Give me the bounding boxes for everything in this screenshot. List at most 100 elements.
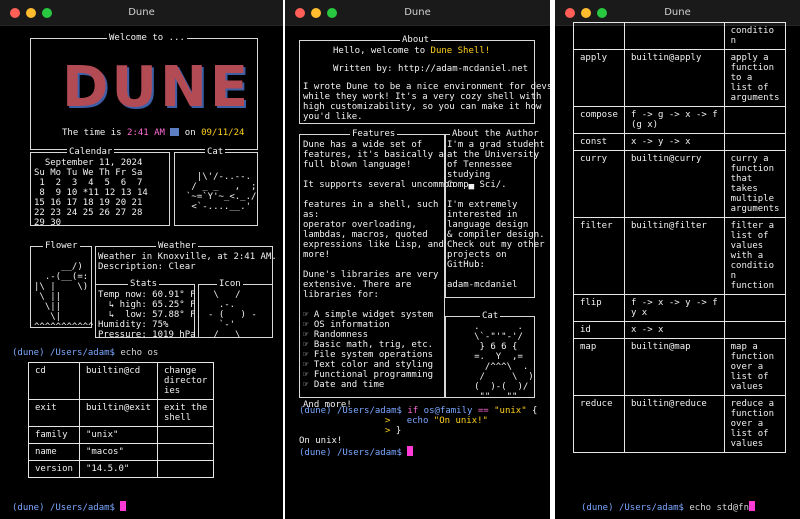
terminal-window-3[interactable]: Dune conditio n apply builtin@apply apply … [555,0,800,519]
table-cell [573,22,625,50]
table-row: version "14.5.0" [28,460,215,478]
table-cell: reduce [573,395,625,453]
table-cell: conditio n [723,22,787,50]
table-row: const x -> y -> x [573,133,787,151]
table-row: map builtin@map map a function over a list… [573,338,787,396]
window-title: Dune [128,7,155,18]
table-row: flip f -> x -> y -> f y x [573,294,787,322]
table-cell: builtin@filter [623,217,725,295]
table-cell: "14.5.0" [78,460,158,478]
table-cell: f -> x -> y -> f y x [623,294,725,322]
table-cell: "macos" [78,443,158,461]
table-cell: id [573,321,625,339]
table-cell: name [28,443,80,461]
prompt-line-current[interactable]: (dune) /Users/adam$ [299,446,414,458]
table-row: compose f -> g -> x -> f (g x) [573,106,787,134]
cat-art: . . \`-"'"-'/ } 6 6 { =. Y ,= /^^^\ . / … [474,322,534,402]
table-cell: builtin@exit [78,399,158,427]
calendar-line: Su Mo Tu We Th Fr Sa [34,168,143,178]
cat-art: |\'/-..--. / _ _ , ; `~=`Y'~_<._./ <`-..… [186,172,257,212]
titlebar[interactable]: Dune [285,0,550,26]
table-cell: apply [573,49,625,107]
table-row: id x -> x [573,321,787,339]
window-title: Dune [404,7,431,18]
table-cell: "unix" [78,426,158,444]
calendar-line: 29 30 [34,218,62,228]
table-cell [723,106,787,134]
prompt-line[interactable]: (dune) /Users/adam$ if os@family == "uni… [299,406,537,416]
table-cell: cd [28,362,80,400]
sun-icon: \ / .-. ‐ ( ) ‐ `-' / \ [208,290,257,340]
table-cell: flip [573,294,625,322]
author-text: I'm a grad student at the University of … [447,140,545,290]
table-cell: const [573,133,625,151]
table-cell: version [28,460,80,478]
titlebar[interactable]: Dune [0,0,283,26]
table-cell: builtin@curry [623,150,725,218]
about-description: I wrote Dune to be a nice environment fo… [303,82,550,122]
table-cell [156,460,215,478]
table-row: conditio n [573,22,787,50]
continuation-line: > } [385,426,402,436]
table-row: cd builtin@cd change director ies [28,362,215,400]
table-cell: curry [573,150,625,218]
table-cell: exit the shell [156,399,215,427]
terminal-window-1[interactable]: Dune Welcome to ... DUNE The time is 2:4… [0,0,283,519]
table-cell: apply a function to a list of arguments [723,49,787,107]
table-cell: exit [28,399,80,427]
table-cell: filter a list of values with a conditio … [723,217,787,295]
prompt-line-current[interactable]: (dune) /Users/adam$ echo std@fn [581,501,755,513]
calendar-line: 8 9 10 *11 12 13 14 [34,188,148,198]
table-cell [156,443,215,461]
table-cell: x -> x [623,321,725,339]
calendar-line: 1 2 3 4 5 6 7 [34,178,143,188]
table-cell: curry a function that takes multiple arg… [723,150,787,218]
table-cell: builtin@cd [78,362,158,400]
table-cell: change director ies [156,362,215,400]
cursor [120,501,127,511]
flower-art: __/) .-(__(=: |\ | \) \ || \|| \| ^^^^^^… [34,262,94,332]
window-title: Dune [664,7,691,18]
prompt-line[interactable]: (dune) /Users/adam$ echo os [12,348,158,358]
terminal-window-2[interactable]: Dune About Hello, welcome to Dune Shell!… [285,0,550,519]
weather-location: Weather in Knoxville, at 2:41 AM. [98,252,277,262]
table-row: reduce builtin@reduce reduce a function ov… [573,395,787,453]
time-line: The time is 2:41 AM on 09/11/24 [62,128,245,138]
calendar-line: 15 16 17 18 19 20 21 [34,198,143,208]
table-cell: builtin@apply [623,49,725,107]
table-cell: x -> y -> x [623,133,725,151]
cursor [407,446,414,456]
continuation-line: > echo "On unix!" [385,416,488,426]
table-cell: reduce a function over a list of values [723,395,787,453]
table-cell: builtin@map [623,338,725,396]
std-fn-table: conditio n apply builtin@apply apply a fun… [573,22,787,453]
dune-logo: DUNE [62,55,252,120]
cursor [749,501,755,511]
table-row: curry builtin@curry curry a function that … [573,150,787,218]
prompt-line-current[interactable]: (dune) /Users/adam$ [12,501,127,513]
table-row: filter builtin@filter filter a list of val… [573,217,787,295]
written-by: Written by: http://adam-mcdaniel.net [333,64,529,74]
table-cell [156,426,215,444]
command-output: On unix! [299,436,343,446]
table-row: apply builtin@apply apply a function to a … [573,49,787,107]
hello-line: Hello, welcome to Dune Shell! [333,46,491,56]
table-cell: filter [573,217,625,295]
table-cell [723,321,787,339]
table-row: exit builtin@exit exit the shell [28,399,215,427]
table-cell: compose [573,106,625,134]
table-cell: map a function over a list of values [723,338,787,396]
table-cell: f -> g -> x -> f (g x) [623,106,725,134]
table-cell: map [573,338,625,396]
table-cell: family [28,426,80,444]
table-cell: builtin@reduce [623,395,725,453]
weather-description: Description: Clear [98,262,196,272]
table-cell [723,294,787,322]
calendar-line: 22 23 24 25 26 27 28 [34,208,143,218]
table-row: name "macos" [28,443,215,461]
os-table: cd builtin@cd change director ies exit buil… [28,362,215,478]
welcome-title: Welcome to ... [107,33,187,43]
features-text: Dune has a wide set of features, it's ba… [303,140,455,410]
table-cell [723,133,787,151]
calendar-line: September 11, 2024 [34,158,143,168]
